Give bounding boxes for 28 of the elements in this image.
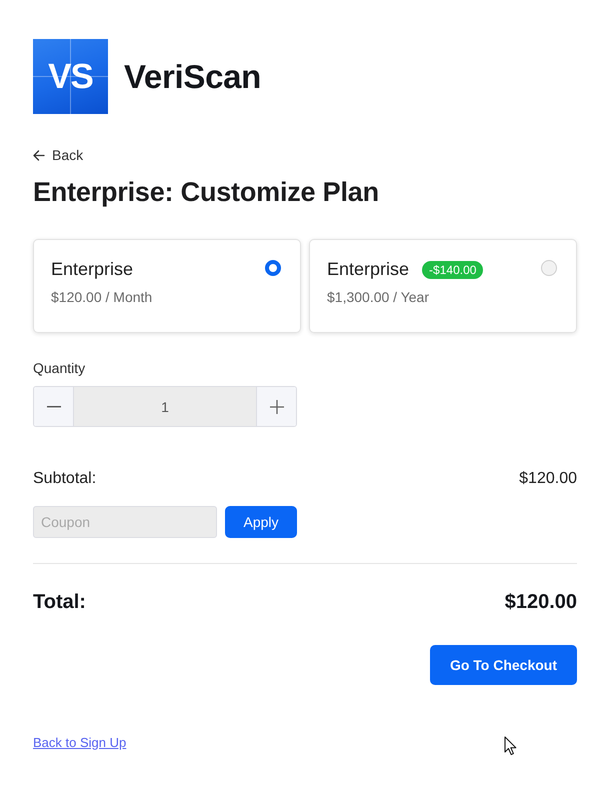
plan-name: Enterprise	[327, 259, 410, 280]
plan-card[interactable]: Enterprise -$140.00 $1,300.00 / Year	[309, 239, 577, 333]
checkout-button[interactable]: Go To Checkout	[430, 645, 577, 685]
plan-price: $120.00 / Month	[51, 289, 154, 305]
coupon-field[interactable]: Coupon	[33, 506, 217, 538]
decrement-button[interactable]	[34, 387, 74, 426]
plus-icon	[270, 400, 284, 414]
plan-price: $1,300.00 / Year	[327, 289, 430, 305]
radio-button[interactable]	[265, 260, 281, 276]
plan-name: Enterprise	[51, 259, 134, 280]
logo-mark: VS	[33, 39, 108, 114]
increment-button[interactable]	[256, 387, 296, 426]
brand-name: VeriScan	[124, 58, 262, 96]
quantity-field[interactable]: 1	[74, 387, 256, 426]
quantity-label: Quantity	[33, 360, 86, 376]
discount-badge: -$140.00	[422, 260, 484, 278]
apply-button[interactable]: Apply	[225, 506, 297, 538]
total-label: Total:	[33, 591, 86, 614]
subtotal-value: $120.00	[519, 470, 577, 488]
page-title: Enterprise: Customize Plan	[33, 177, 380, 208]
back-arrow-icon	[33, 150, 45, 160]
subtotal-label: Subtotal:	[33, 470, 96, 488]
minus-icon	[46, 406, 60, 408]
total-value: $120.00	[504, 591, 577, 614]
back-to-sign-up-link[interactable]: Back to Sign Up	[33, 735, 126, 750]
back-link[interactable]: Back	[33, 147, 84, 163]
plan-card[interactable]: Enterprise $120.00 / Month	[33, 239, 301, 333]
mouse-pointer-icon	[504, 736, 517, 756]
